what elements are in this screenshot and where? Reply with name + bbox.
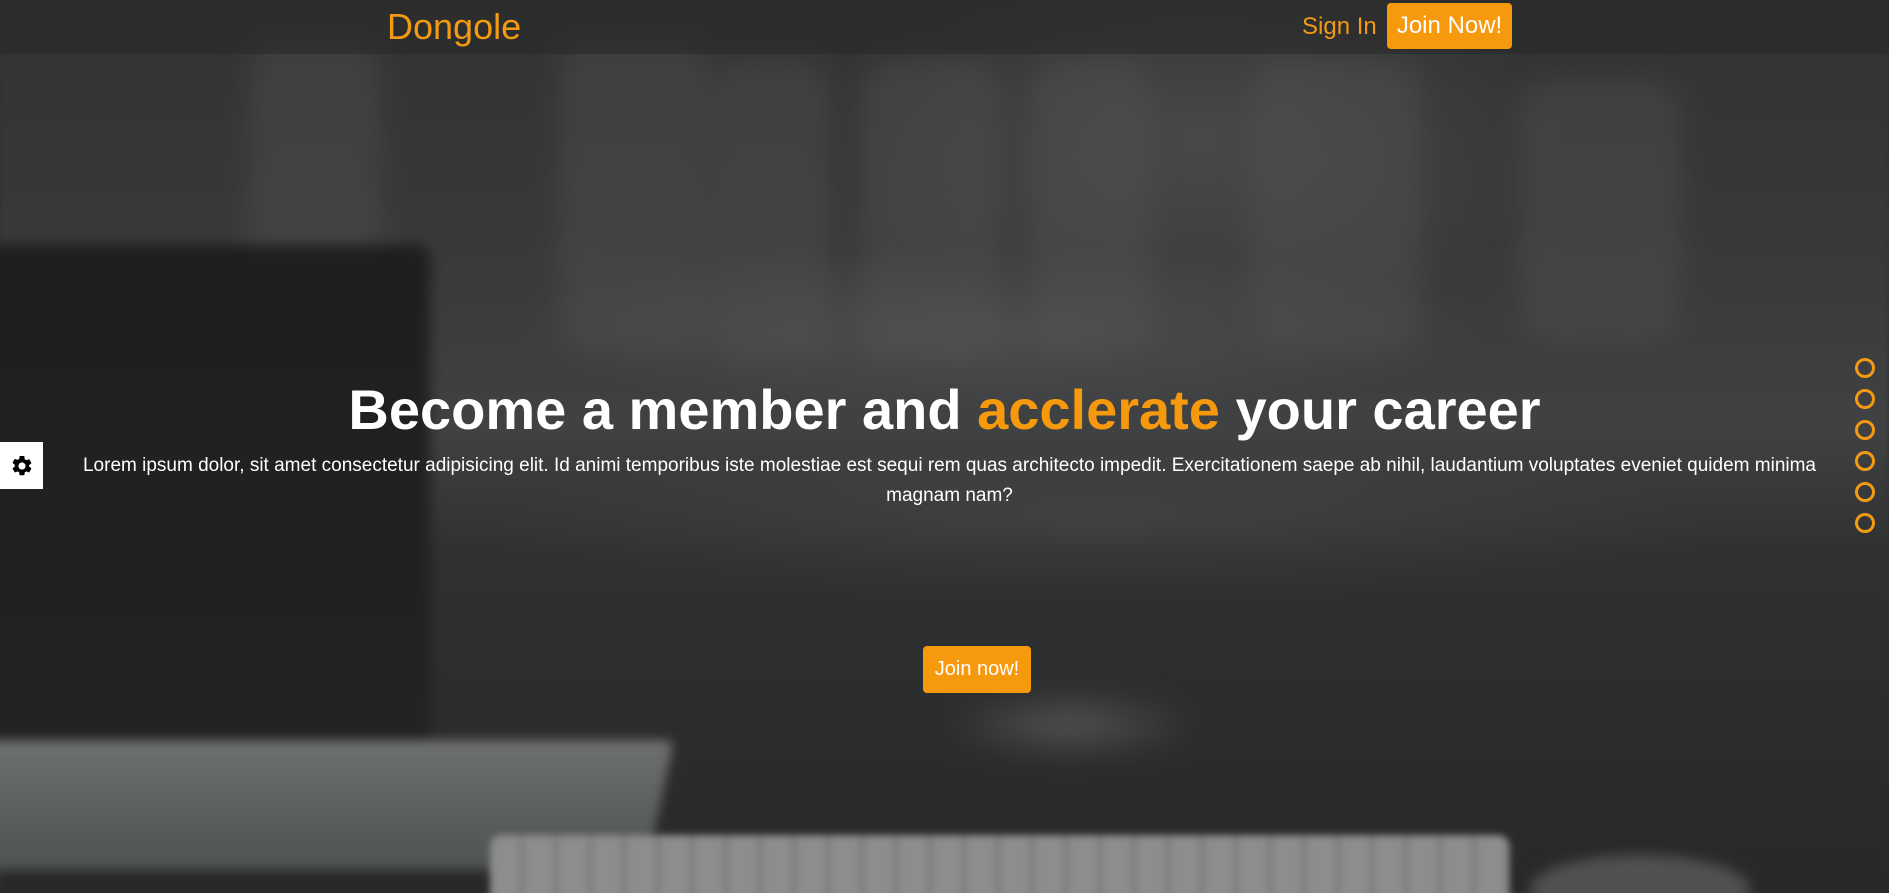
slide-dot-3[interactable] [1855,420,1875,440]
gear-icon [12,455,31,475]
slide-dot-4[interactable] [1855,451,1875,471]
slide-dot-1[interactable] [1855,358,1875,378]
sign-in-link[interactable]: Sign In [1302,13,1377,41]
slide-dot-2[interactable] [1855,389,1875,409]
headline-accent-word: acclerate [977,378,1220,441]
hero-overlay [0,0,1889,893]
hero-section: Dongole Sign In Join Now! Become a membe… [0,0,1889,893]
hero-join-button[interactable]: Join now! [923,646,1031,693]
top-navbar: Dongole Sign In Join Now! [0,0,1889,54]
slide-dots [1855,358,1875,544]
hero-lead-paragraph: Lorem ipsum dolor, sit amet consectetur … [82,455,1817,506]
brand-logo[interactable]: Dongole [387,6,521,48]
slide-dot-6[interactable] [1855,513,1875,533]
headline-text-end: your career [1219,378,1541,441]
settings-toggle-button[interactable] [0,442,43,489]
hero-headline: Become a member and acclerate your caree… [0,378,1889,442]
headline-text-start: Become a member and [348,378,978,441]
slide-dot-5[interactable] [1855,482,1875,502]
join-now-button[interactable]: Join Now! [1387,3,1512,49]
